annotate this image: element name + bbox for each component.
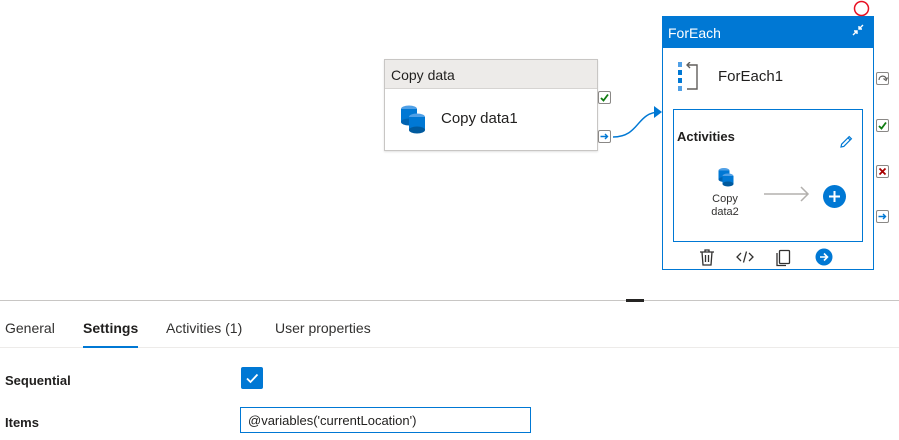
sequential-label: Sequential xyxy=(5,373,71,388)
inner-activity-label: Copy data2 xyxy=(711,193,739,218)
tab-settings[interactable]: Settings xyxy=(83,320,139,348)
tab-general[interactable]: General xyxy=(5,320,55,348)
pipeline-canvas[interactable]: Copy data Copy data1 ForEach ForEach1 Ac… xyxy=(0,0,899,300)
clone-icon[interactable] xyxy=(773,247,793,267)
code-icon[interactable] xyxy=(735,247,755,267)
arrow-icon xyxy=(763,184,811,209)
delete-icon[interactable] xyxy=(697,247,717,267)
items-label: Items xyxy=(5,415,39,430)
error-indicator-icon xyxy=(853,0,870,17)
tab-activities[interactable]: Activities (1) xyxy=(166,320,242,348)
foreach-icon xyxy=(678,61,702,97)
copy-data-icon xyxy=(399,104,427,139)
copy-data-activity-node[interactable]: Copy data Copy data1 xyxy=(384,59,598,151)
foreach-node-header: ForEach xyxy=(663,17,873,48)
foreach-success-port[interactable] xyxy=(876,119,889,132)
add-activity-button[interactable] xyxy=(823,185,846,208)
copy-success-port[interactable] xyxy=(598,91,611,104)
copy-data-activity-name: Copy data1 xyxy=(441,110,518,127)
foreach-failure-port[interactable] xyxy=(876,165,889,178)
properties-tab-bar: General Settings Activities (1) User pro… xyxy=(0,310,899,348)
edit-pencil-icon[interactable] xyxy=(838,134,854,155)
activities-title: Activities xyxy=(677,129,735,144)
tab-user-properties[interactable]: User properties xyxy=(275,320,371,348)
foreach-node-header-label: ForEach xyxy=(668,25,721,41)
checkmark-icon xyxy=(246,373,259,384)
foreach-completion-port[interactable] xyxy=(876,210,889,223)
run-icon[interactable] xyxy=(814,247,834,267)
sequential-checkbox[interactable] xyxy=(241,367,263,389)
copy-data-icon[interactable] xyxy=(717,167,735,192)
copy-completion-port[interactable] xyxy=(598,130,611,143)
items-expression-input[interactable] xyxy=(240,407,531,433)
foreach-activity-node[interactable]: ForEach ForEach1 Activities Copy data2 xyxy=(662,16,874,270)
collapse-icon[interactable] xyxy=(849,21,867,42)
foreach-activities-container[interactable]: Activities Copy data2 xyxy=(673,109,863,242)
copy-data-node-header: Copy data xyxy=(385,60,597,89)
foreach-activity-name: ForEach1 xyxy=(718,68,784,85)
panel-resize-handle[interactable] xyxy=(626,299,644,302)
panel-divider xyxy=(0,300,899,301)
foreach-skip-port[interactable] xyxy=(876,72,889,85)
